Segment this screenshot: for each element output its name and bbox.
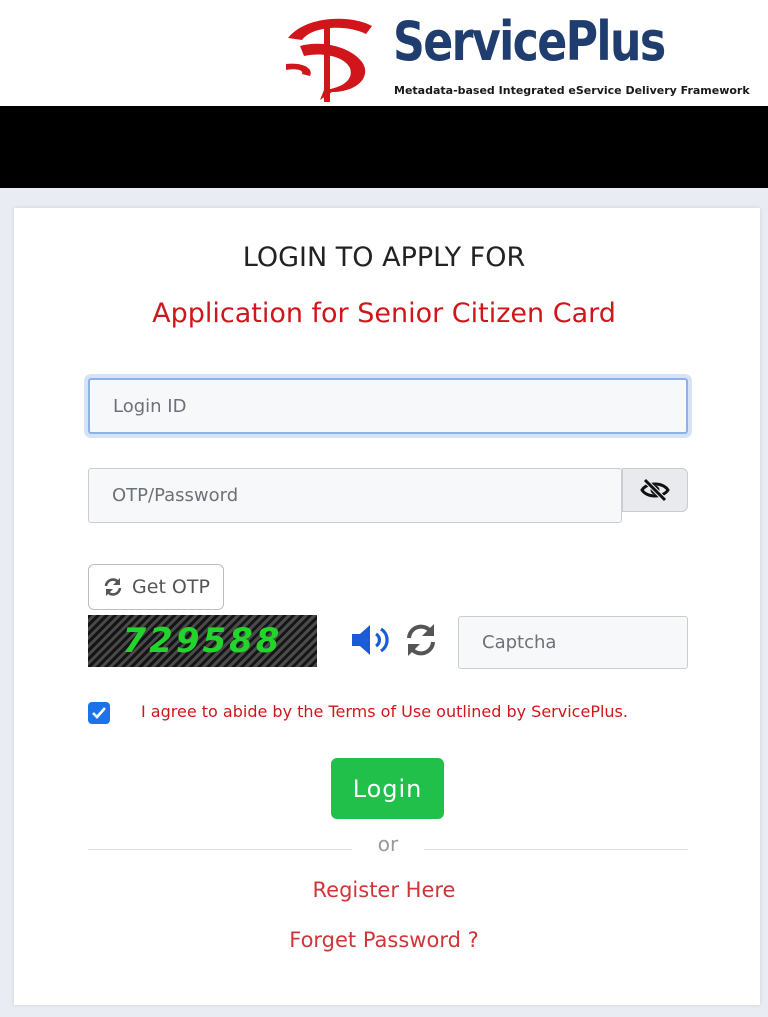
check-icon — [92, 707, 106, 719]
site-header: ServicePlus Metadata-based Integrated eS… — [0, 0, 768, 106]
brand-name: ServicePlus — [393, 10, 666, 73]
refresh-icon — [104, 578, 122, 596]
captcha-image: 729588 — [88, 615, 317, 667]
password-input[interactable] — [88, 468, 622, 523]
login-title: LOGIN TO APPLY FOR — [242, 242, 526, 273]
divider-left — [88, 849, 352, 850]
or-separator: or — [377, 832, 399, 856]
brand-tagline: Metadata-based Integrated eService Deliv… — [394, 84, 750, 97]
terms-checkbox[interactable] — [88, 702, 110, 724]
login-button[interactable]: Login — [331, 758, 444, 819]
terms-text: I agree to abide by the Terms of Use out… — [141, 702, 628, 721]
service-name: Application for Senior Citizen Card — [152, 298, 616, 329]
register-link[interactable]: Register Here — [0, 878, 768, 902]
captcha-code: 729588 — [122, 621, 283, 661]
get-otp-label: Get OTP — [132, 576, 210, 598]
forgot-password-link[interactable]: Forget Password ? — [0, 928, 768, 952]
captcha-input[interactable] — [458, 616, 688, 669]
toggle-password-button[interactable] — [622, 468, 688, 512]
login-id-input[interactable] — [88, 378, 688, 434]
captcha-refresh-icon[interactable] — [404, 622, 438, 658]
divider-right — [424, 849, 688, 850]
eye-slash-icon — [640, 478, 670, 502]
get-otp-button[interactable]: Get OTP — [88, 564, 224, 610]
serviceplus-logo-icon — [286, 18, 372, 102]
audio-icon[interactable] — [350, 622, 394, 658]
black-banner — [0, 106, 768, 188]
